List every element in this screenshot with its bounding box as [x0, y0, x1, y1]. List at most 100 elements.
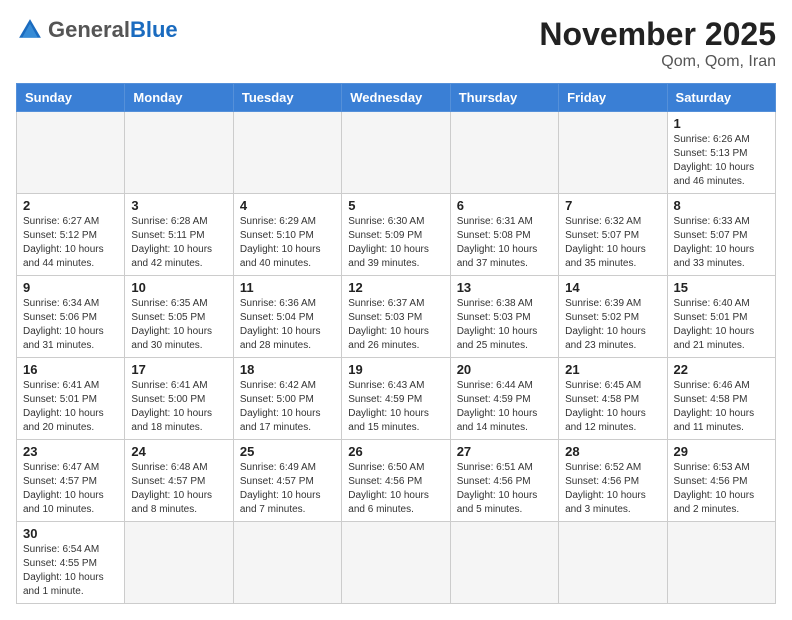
day-info: Sunrise: 6:41 AM Sunset: 5:01 PM Dayligh…: [23, 379, 118, 435]
calendar-cell: 17Sunrise: 6:41 AM Sunset: 5:00 PM Dayli…: [125, 358, 233, 440]
calendar-cell: 22 Sunrise: 6:46 AM Sunset: 4:58 PM Dayli…: [667, 358, 775, 440]
calendar-cell: [342, 112, 450, 194]
day-number: 14: [565, 280, 660, 295]
logo-icon: [16, 16, 44, 44]
day-number: 5: [348, 198, 443, 213]
weekday-header-wednesday: Wednesday: [342, 84, 450, 112]
calendar-cell: [17, 112, 125, 194]
calendar-cell: 23Sunrise: 6:47 AM Sunset: 4:57 PM Dayli…: [17, 440, 125, 522]
day-number: 22: [674, 362, 769, 377]
day-info: Sunrise: 6:37 AM Sunset: 5:03 PM Dayligh…: [348, 297, 443, 353]
weekday-header-thursday: Thursday: [450, 84, 558, 112]
day-number: 13: [457, 280, 552, 295]
day-info: Sunrise: 6:33 AM Sunset: 5:07 PM Dayligh…: [674, 215, 769, 271]
day-number: 20: [457, 362, 552, 377]
day-number: 29: [674, 444, 769, 459]
week-row-6: 30 Sunrise: 6:54 AM Sunset: 4:55 PM Dayli…: [17, 522, 776, 604]
calendar-table: SundayMondayTuesdayWednesdayThursdayFrid…: [16, 83, 776, 604]
day-info: Sunrise: 6:45 AM Sunset: 4:58 PM Dayligh…: [565, 379, 660, 435]
day-info: Sunrise: 6:40 AM Sunset: 5:01 PM Dayligh…: [674, 297, 769, 353]
day-number: 11: [240, 280, 335, 295]
calendar-title: November 2025: [539, 16, 776, 53]
day-info: Sunrise: 6:46 AM Sunset: 4:58 PM Dayligh…: [674, 379, 769, 435]
day-number: 4: [240, 198, 335, 213]
day-info: Sunrise: 6:54 AM Sunset: 4:55 PM Dayligh…: [23, 543, 118, 599]
calendar-cell: 1 Sunrise: 6:26 AM Sunset: 5:13 PM Daylig…: [667, 112, 775, 194]
day-info: Sunrise: 6:42 AM Sunset: 5:00 PM Dayligh…: [240, 379, 335, 435]
day-info: Sunrise: 6:31 AM Sunset: 5:08 PM Dayligh…: [457, 215, 552, 271]
calendar-cell: 20 Sunrise: 6:44 AM Sunset: 4:59 PM Dayli…: [450, 358, 558, 440]
day-info: Sunrise: 6:47 AM Sunset: 4:57 PM Dayligh…: [23, 461, 118, 517]
weekday-header-row: SundayMondayTuesdayWednesdayThursdayFrid…: [17, 84, 776, 112]
day-number: 3: [131, 198, 226, 213]
calendar-cell: 12 Sunrise: 6:37 AM Sunset: 5:03 PM Dayli…: [342, 276, 450, 358]
title-block: November 2025 Qom, Qom, Iran: [539, 16, 776, 71]
calendar-cell: 16 Sunrise: 6:41 AM Sunset: 5:01 PM Dayli…: [17, 358, 125, 440]
day-info: Sunrise: 6:36 AM Sunset: 5:04 PM Dayligh…: [240, 297, 335, 353]
calendar-subtitle: Qom, Qom, Iran: [539, 53, 776, 71]
calendar-cell: 5 Sunrise: 6:30 AM Sunset: 5:09 PM Daylig…: [342, 194, 450, 276]
day-info: Sunrise: 6:41 AM Sunset: 5:00 PM Dayligh…: [131, 379, 226, 435]
calendar-cell: 4 Sunrise: 6:29 AM Sunset: 5:10 PM Daylig…: [233, 194, 341, 276]
day-info: Sunrise: 6:26 AM Sunset: 5:13 PM Dayligh…: [674, 133, 769, 189]
calendar-cell: 11 Sunrise: 6:36 AM Sunset: 5:04 PM Dayli…: [233, 276, 341, 358]
day-info: Sunrise: 6:28 AM Sunset: 5:11 PM Dayligh…: [131, 215, 226, 271]
day-number: 27: [457, 444, 552, 459]
calendar-cell: [233, 112, 341, 194]
calendar-cell: 13 Sunrise: 6:38 AM Sunset: 5:03 PM Dayli…: [450, 276, 558, 358]
calendar-cell: 15Sunrise: 6:40 AM Sunset: 5:01 PM Dayli…: [667, 276, 775, 358]
calendar-cell: 9Sunrise: 6:34 AM Sunset: 5:06 PM Daylig…: [17, 276, 125, 358]
day-info: Sunrise: 6:53 AM Sunset: 4:56 PM Dayligh…: [674, 461, 769, 517]
day-info: Sunrise: 6:38 AM Sunset: 5:03 PM Dayligh…: [457, 297, 552, 353]
calendar-cell: [450, 522, 558, 604]
logo-blue: Blue: [130, 17, 178, 42]
day-number: 18: [240, 362, 335, 377]
day-info: Sunrise: 6:29 AM Sunset: 5:10 PM Dayligh…: [240, 215, 335, 271]
day-number: 16: [23, 362, 118, 377]
week-row-3: 9Sunrise: 6:34 AM Sunset: 5:06 PM Daylig…: [17, 276, 776, 358]
day-info: Sunrise: 6:32 AM Sunset: 5:07 PM Dayligh…: [565, 215, 660, 271]
day-number: 8: [674, 198, 769, 213]
day-number: 25: [240, 444, 335, 459]
calendar-cell: 3 Sunrise: 6:28 AM Sunset: 5:11 PM Daylig…: [125, 194, 233, 276]
day-number: 21: [565, 362, 660, 377]
logo: GeneralBlue: [16, 16, 178, 44]
weekday-header-tuesday: Tuesday: [233, 84, 341, 112]
day-info: Sunrise: 6:49 AM Sunset: 4:57 PM Dayligh…: [240, 461, 335, 517]
day-number: 2: [23, 198, 118, 213]
day-number: 10: [131, 280, 226, 295]
calendar-cell: [125, 522, 233, 604]
calendar-cell: [233, 522, 341, 604]
day-info: Sunrise: 6:44 AM Sunset: 4:59 PM Dayligh…: [457, 379, 552, 435]
calendar-cell: [450, 112, 558, 194]
calendar-cell: 10 Sunrise: 6:35 AM Sunset: 5:05 PM Dayli…: [125, 276, 233, 358]
weekday-header-sunday: Sunday: [17, 84, 125, 112]
day-number: 7: [565, 198, 660, 213]
day-info: Sunrise: 6:35 AM Sunset: 5:05 PM Dayligh…: [131, 297, 226, 353]
day-info: Sunrise: 6:30 AM Sunset: 5:09 PM Dayligh…: [348, 215, 443, 271]
calendar-cell: 29 Sunrise: 6:53 AM Sunset: 4:56 PM Dayli…: [667, 440, 775, 522]
logo-text: GeneralBlue: [48, 19, 178, 42]
day-info: Sunrise: 6:51 AM Sunset: 4:56 PM Dayligh…: [457, 461, 552, 517]
calendar-cell: 18 Sunrise: 6:42 AM Sunset: 5:00 PM Dayli…: [233, 358, 341, 440]
calendar-cell: 28Sunrise: 6:52 AM Sunset: 4:56 PM Dayli…: [559, 440, 667, 522]
day-number: 6: [457, 198, 552, 213]
calendar-cell: [342, 522, 450, 604]
calendar-cell: 25 Sunrise: 6:49 AM Sunset: 4:57 PM Dayli…: [233, 440, 341, 522]
day-number: 1: [674, 116, 769, 131]
day-number: 30: [23, 526, 118, 541]
calendar-cell: 21 Sunrise: 6:45 AM Sunset: 4:58 PM Dayli…: [559, 358, 667, 440]
weekday-header-saturday: Saturday: [667, 84, 775, 112]
day-info: Sunrise: 6:27 AM Sunset: 5:12 PM Dayligh…: [23, 215, 118, 271]
day-info: Sunrise: 6:34 AM Sunset: 5:06 PM Dayligh…: [23, 297, 118, 353]
day-number: 28: [565, 444, 660, 459]
day-number: 12: [348, 280, 443, 295]
day-number: 19: [348, 362, 443, 377]
day-info: Sunrise: 6:39 AM Sunset: 5:02 PM Dayligh…: [565, 297, 660, 353]
page-header: GeneralBlue November 2025 Qom, Qom, Iran: [16, 16, 776, 71]
week-row-2: 2 Sunrise: 6:27 AM Sunset: 5:12 PM Daylig…: [17, 194, 776, 276]
calendar-cell: 26Sunrise: 6:50 AM Sunset: 4:56 PM Dayli…: [342, 440, 450, 522]
calendar-cell: 7 Sunrise: 6:32 AM Sunset: 5:07 PM Daylig…: [559, 194, 667, 276]
week-row-4: 16 Sunrise: 6:41 AM Sunset: 5:01 PM Dayli…: [17, 358, 776, 440]
day-number: 24: [131, 444, 226, 459]
